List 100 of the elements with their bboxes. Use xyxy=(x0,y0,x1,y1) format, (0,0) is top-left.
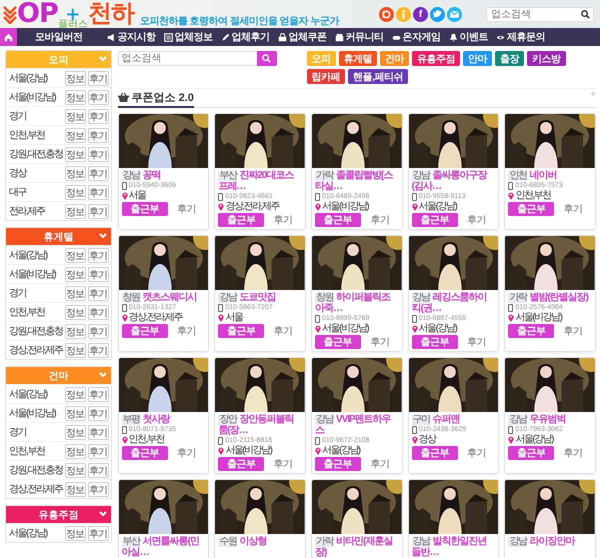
blog-icon[interactable] xyxy=(379,6,394,22)
nav-item[interactable]: 커뮤니티 xyxy=(330,28,388,46)
attendance-button[interactable]: 출근부 xyxy=(508,446,554,460)
review-link[interactable]: 후기 xyxy=(264,457,302,471)
attendance-button[interactable]: 출근부 xyxy=(314,213,361,227)
review-button[interactable]: 후기 xyxy=(88,304,109,320)
attendance-button[interactable]: 출근부 xyxy=(412,335,458,349)
nav-item[interactable]: 이벤트 xyxy=(444,28,492,46)
info-button[interactable]: 정보 xyxy=(64,108,86,124)
review-button[interactable]: 후기 xyxy=(88,248,109,262)
info-button[interactable]: 정보 xyxy=(64,386,86,402)
review-button[interactable]: 후기 xyxy=(88,386,109,402)
review-link[interactable]: 후기 xyxy=(360,457,399,471)
review-button[interactable]: 후기 xyxy=(88,108,109,124)
listing-title[interactable]: 부평 첫사랑 xyxy=(122,414,206,425)
nav-item[interactable]: 모바일버전 xyxy=(25,28,92,46)
info-button[interactable]: 정보 xyxy=(64,146,86,162)
review-link[interactable]: 후기 xyxy=(360,335,399,349)
listing-title[interactable]: 창원 하이퍼블릭조아죽… xyxy=(314,292,399,314)
nav-item[interactable]: 업체쿠폰 xyxy=(274,28,330,46)
review-button[interactable]: 후기 xyxy=(88,342,109,358)
category-button[interactable]: 출장 xyxy=(495,51,524,66)
review-button[interactable]: 후기 xyxy=(88,444,109,458)
listing-title[interactable]: 수원 이상형 xyxy=(218,536,302,547)
review-button[interactable]: 후기 xyxy=(88,526,109,540)
listing-title[interactable]: 가락 비타민(재훈실장) xyxy=(314,536,399,558)
category-button[interactable]: 유흥주점 xyxy=(412,51,460,66)
sidebar-header[interactable]: 휴게텔 xyxy=(6,228,111,245)
listing-title[interactable]: 강남 우유범벅 xyxy=(508,414,592,425)
category-button[interactable]: 안마 xyxy=(463,51,492,66)
mail-icon[interactable] xyxy=(447,6,462,22)
review-button[interactable]: 후기 xyxy=(88,166,109,180)
info-button[interactable]: 정보 xyxy=(64,184,86,200)
info-button[interactable]: 정보 xyxy=(64,462,86,478)
review-button[interactable]: 후기 xyxy=(88,146,109,162)
review-button[interactable]: 후기 xyxy=(88,204,109,218)
review-link[interactable]: 후기 xyxy=(264,324,302,338)
category-button[interactable]: 핸플,페티쉬 xyxy=(348,69,408,84)
attendance-button[interactable]: 출근부 xyxy=(508,324,554,338)
review-link[interactable]: 후기 xyxy=(554,324,592,338)
review-button[interactable]: 후기 xyxy=(88,90,109,104)
search-field[interactable]: 업소검색 xyxy=(486,6,594,22)
listing-card[interactable]: 수원 이상형 xyxy=(214,479,306,558)
attendance-button[interactable]: 출근부 xyxy=(218,213,264,227)
listing-title[interactable]: 강남 VVIP펜트하우스 xyxy=(314,414,399,436)
attendance-button[interactable]: 출근부 xyxy=(122,202,168,216)
listing-title[interactable]: 강남 도쿄맛집 xyxy=(218,292,302,303)
logo-text[interactable]: OP xyxy=(17,0,58,28)
category-button[interactable]: 휴게텔 xyxy=(338,51,378,66)
review-link[interactable]: 후기 xyxy=(360,213,399,227)
sidebar-header[interactable]: 유흥주점 xyxy=(6,506,111,523)
attendance-button[interactable]: 출근부 xyxy=(218,324,264,338)
review-link[interactable]: 후기 xyxy=(458,335,496,349)
nav-item[interactable]: 제휴문의 xyxy=(492,28,549,46)
listing-title[interactable]: 장안 장안동퍼블릭룸(장… xyxy=(218,414,302,436)
listing-card[interactable]: 가락 비타민(재훈실장) xyxy=(310,479,403,558)
review-button[interactable]: 후기 xyxy=(88,286,109,300)
review-button[interactable]: 후기 xyxy=(88,424,109,440)
review-link[interactable]: 후기 xyxy=(264,213,302,227)
attendance-button[interactable]: 출근부 xyxy=(218,457,264,471)
search-field[interactable]: 업소검색 xyxy=(118,51,257,66)
review-button[interactable]: 후기 xyxy=(88,70,109,86)
listing-title[interactable]: 부산 진짜20대코스프레… xyxy=(218,170,302,192)
attendance-button[interactable]: 출근부 xyxy=(122,324,168,338)
review-link[interactable]: 후기 xyxy=(554,202,592,216)
review-link[interactable]: 후기 xyxy=(554,446,592,460)
review-link[interactable]: 후기 xyxy=(168,324,206,338)
facebook-icon[interactable]: f xyxy=(413,6,428,22)
listing-title[interactable]: 부산 서면룰싸롱(민아실… xyxy=(122,536,206,558)
attendance-button[interactable]: 출근부 xyxy=(122,446,168,460)
attendance-button[interactable]: 출근부 xyxy=(508,202,554,216)
attendance-button[interactable]: 출근부 xyxy=(412,446,458,460)
info-button[interactable]: 정보 xyxy=(64,324,86,338)
listing-title[interactable]: 강남 졸싸롱아구장(김사… xyxy=(412,170,496,192)
category-button[interactable]: 키스방 xyxy=(527,51,566,66)
search-button[interactable] xyxy=(256,51,277,66)
nav-item[interactable]: 공지시항 xyxy=(102,28,160,46)
listing-title[interactable]: 가락 별밤(란별실장) xyxy=(508,292,592,303)
listing-title[interactable]: 강남 레깅스룸하이킥(권… xyxy=(412,292,496,314)
info-button[interactable]: 정보 xyxy=(64,70,86,86)
info-button[interactable]: 정보 xyxy=(64,342,86,358)
attendance-button[interactable]: 출근부 xyxy=(412,213,458,227)
info-button[interactable]: 정보 xyxy=(64,482,86,496)
attendance-button[interactable]: 출근부 xyxy=(314,335,361,349)
info-button[interactable]: 정보 xyxy=(64,406,86,420)
info-button[interactable]: 정보 xyxy=(64,166,86,180)
review-link[interactable]: 후기 xyxy=(458,213,496,227)
info-button[interactable]: 정보 xyxy=(64,526,86,540)
info-button[interactable]: 정보 xyxy=(64,204,86,218)
review-button[interactable]: 후기 xyxy=(88,406,109,420)
logo-name[interactable]: 천하 xyxy=(88,0,134,28)
nav-item[interactable]: 업체정보 xyxy=(160,28,216,46)
info-button[interactable]: 정보 xyxy=(64,90,86,104)
listing-title[interactable]: 강남 라이징안마 xyxy=(508,536,592,547)
listing-card[interactable]: 강남 라이징안마 xyxy=(504,479,596,558)
info-button[interactable]: 정보 xyxy=(64,444,86,458)
attendance-button[interactable]: 출근부 xyxy=(314,457,361,471)
review-link[interactable]: 후기 xyxy=(168,202,206,216)
review-link[interactable]: 후기 xyxy=(168,446,206,460)
info-button[interactable]: 정보 xyxy=(64,248,86,262)
